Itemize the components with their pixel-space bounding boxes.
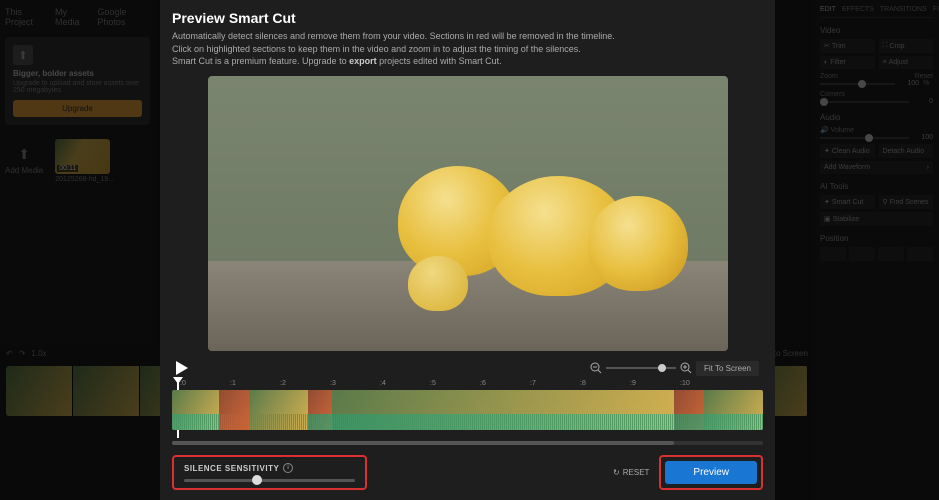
preview-button[interactable]: Preview	[665, 461, 757, 484]
info-icon[interactable]: i	[283, 463, 293, 473]
sensitivity-control: SILENCE SENSITIVITY i	[172, 455, 367, 490]
modal-timeline: :0:1:2:3:4:5:6:7:8:9:10	[172, 380, 763, 437]
timeline-scrollbar[interactable]	[172, 441, 763, 445]
time-ruler: :0:1:2:3:4:5:6:7:8:9:10	[172, 380, 763, 387]
reset-icon: ↻	[613, 468, 620, 477]
sensitivity-slider[interactable]	[184, 479, 355, 482]
zoom-out-icon[interactable]	[590, 362, 602, 374]
fit-to-screen-button[interactable]: Fit To Screen	[696, 361, 759, 376]
modal-title: Preview Smart Cut	[172, 10, 763, 26]
smart-cut-modal: Preview Smart Cut Automatically detect s…	[160, 0, 775, 500]
play-button[interactable]	[176, 361, 188, 375]
preview-button-highlight: Preview	[659, 455, 763, 490]
smart-cut-track[interactable]	[172, 390, 763, 430]
sensitivity-label: SILENCE SENSITIVITY i	[184, 463, 355, 473]
modal-description: Automatically detect silences and remove…	[172, 30, 763, 68]
video-preview	[208, 76, 728, 351]
reset-button[interactable]: ↻ RESET	[613, 468, 649, 477]
zoom-in-icon[interactable]	[680, 362, 692, 374]
zoom-slider[interactable]	[606, 367, 676, 369]
